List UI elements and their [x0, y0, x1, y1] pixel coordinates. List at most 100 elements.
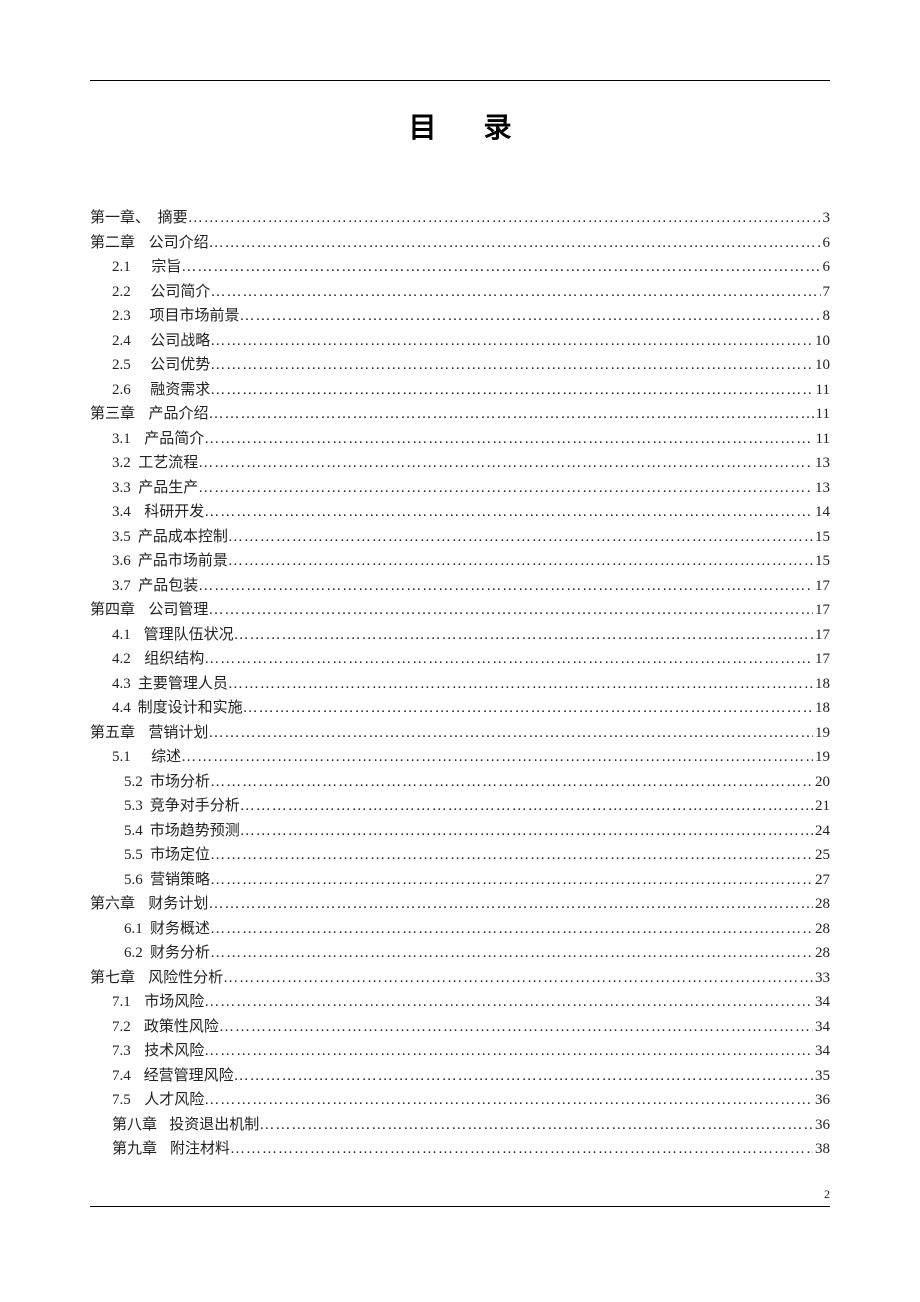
toc-entry-page: 17: [813, 628, 830, 643]
toc-leader-dots: [210, 848, 813, 863]
toc-entry-page: 8: [821, 309, 831, 324]
toc-entry-page: 34: [813, 1044, 830, 1059]
toc-entry-label: 2.5: [112, 358, 131, 373]
toc-entry-label: 第一章、: [90, 211, 150, 226]
toc-entry-text: 融资需求: [150, 383, 210, 398]
toc-entry: 2.5公司优势10: [90, 358, 830, 373]
toc-leader-dots: [198, 481, 813, 496]
toc-entry-page: 17: [813, 652, 830, 667]
toc-leader-dots: [240, 799, 813, 814]
toc-entry-text: 营销计划: [148, 726, 208, 741]
toc-entry-page: 38: [813, 1142, 830, 1157]
toc-entry: 5.3竞争对手分析21: [90, 799, 830, 814]
toc-entry-text: 营销策略: [150, 873, 210, 888]
toc-entry: 3.6产品市场前景15: [90, 554, 830, 569]
toc-entry-label: 第三章: [90, 407, 135, 422]
toc-leader-dots: [234, 628, 813, 643]
toc-entry-label: 第二章: [90, 236, 135, 251]
toc-entry-page: 34: [813, 995, 830, 1010]
toc-entry: 7.2 政策性风险 34: [90, 1020, 830, 1035]
toc-entry-page: 18: [813, 701, 830, 716]
toc-entry-text: 产品生产: [138, 481, 198, 496]
table-of-contents: 第一章、摘要3第二章公司介绍62.1宗旨62.2公司简介72.3项目市场前景82…: [90, 211, 830, 1157]
toc-leader-dots: [204, 995, 813, 1010]
toc-entry-page: 10: [813, 334, 830, 349]
toc-entry: 2.4公司战略10: [90, 334, 830, 349]
toc-entry: 7.3技术风险34: [90, 1044, 830, 1059]
toc-entry: 第一章、摘要 3: [90, 211, 830, 226]
toc-entry-page: 34: [813, 1020, 830, 1035]
toc-entry-label: 5.2: [124, 775, 143, 790]
toc-entry-text: 科研开发: [144, 505, 204, 520]
toc-entry-page: 15: [813, 530, 830, 545]
toc-entry: 第三章产品介绍11: [90, 407, 830, 422]
toc-entry-label: 第四章: [90, 603, 135, 618]
toc-entry-page: 28: [813, 897, 830, 912]
toc-entry: 2.3项目市场前景8: [90, 309, 830, 324]
toc-entry-page: 14: [813, 505, 830, 520]
toc-entry-text: 摘要: [158, 211, 188, 226]
toc-entry: 2.1宗旨6: [90, 260, 830, 275]
toc-entry-text: 产品简介: [144, 432, 204, 447]
toc-entry-label: 6.1: [124, 922, 143, 937]
toc-entry: 2.6融资需求11: [90, 383, 830, 398]
toc-entry: 2.2公司简介7: [90, 285, 830, 300]
toc-entry: 第八章投资退出机制36: [90, 1118, 830, 1133]
toc-entry-page: 20: [813, 775, 830, 790]
toc-leader-dots: [210, 873, 813, 888]
toc-entry-label: 5.1: [112, 750, 131, 765]
toc-entry-label: 3.7: [112, 579, 131, 594]
toc-entry-page: 3: [821, 211, 831, 226]
toc-entry-page: 21: [813, 799, 830, 814]
toc-entry-page: 35: [813, 1069, 830, 1084]
toc-entry-text: 投资退出机制: [169, 1118, 259, 1133]
toc-entry-text: 公司管理: [148, 603, 208, 618]
toc-leader-dots: [259, 1118, 813, 1133]
toc-entry-label: 5.3: [124, 799, 143, 814]
toc-entry-page: 33: [813, 971, 830, 986]
toc-entry-page: 28: [813, 946, 830, 961]
toc-leader-dots: [240, 309, 821, 324]
toc-entry-label: 2.1: [112, 260, 131, 275]
toc-entry-page: 10: [813, 358, 830, 373]
toc-entry: 5.1综述19: [90, 750, 830, 765]
toc-entry-text: 经营管理风险: [144, 1069, 234, 1084]
toc-entry: 7.5人才风险36: [90, 1093, 830, 1108]
toc-leader-dots: [210, 334, 813, 349]
toc-entry-page: 6: [821, 236, 831, 251]
toc-entry-text: 项目市场前景: [149, 309, 239, 324]
toc-entry-label: 7.3: [112, 1044, 131, 1059]
toc-leader-dots: [208, 726, 813, 741]
toc-entry: 4.2组织结构17: [90, 652, 830, 667]
toc-leader-dots: [210, 383, 813, 398]
toc-entry-text: 产品成本控制: [138, 530, 228, 545]
toc-entry: 第五章营销计划19: [90, 726, 830, 741]
toc-entry-text: 产品包装: [138, 579, 198, 594]
toc-leader-dots: [210, 358, 813, 373]
toc-entry: 3.7 产品包装 17: [90, 579, 830, 594]
toc-entry-text: 主要管理人员: [138, 677, 228, 692]
toc-entry-label: 第七章: [90, 971, 135, 986]
toc-entry: 4.3 主要管理人员 18: [90, 677, 830, 692]
toc-entry-label: 3.4: [112, 505, 131, 520]
toc-entry-label: 第九章: [112, 1142, 157, 1157]
toc-entry-text: 产品市场前景: [138, 554, 228, 569]
toc-leader-dots: [198, 456, 813, 471]
toc-entry-label: 3.1: [112, 432, 131, 447]
toc-entry-label: 4.3: [112, 677, 131, 692]
toc-leader-dots: [204, 432, 813, 447]
toc-leader-dots: [240, 824, 813, 839]
toc-entry-page: 24: [813, 824, 830, 839]
toc-entry-label: 7.2: [112, 1020, 131, 1035]
toc-entry-text: 财务分析: [150, 946, 210, 961]
toc-entry-text: 政策性风险: [144, 1020, 219, 1035]
toc-entry-page: 36: [813, 1093, 830, 1108]
toc-entry-page: 7: [821, 285, 831, 300]
toc-entry-page: 27: [813, 873, 830, 888]
toc-entry: 3.3产品生产13: [90, 481, 830, 496]
toc-leader-dots: [188, 211, 821, 226]
toc-leader-dots: [228, 677, 813, 692]
toc-entry-page: 18: [813, 677, 830, 692]
toc-entry-page: 17: [813, 579, 830, 594]
toc-entry-text: 组织结构: [144, 652, 204, 667]
